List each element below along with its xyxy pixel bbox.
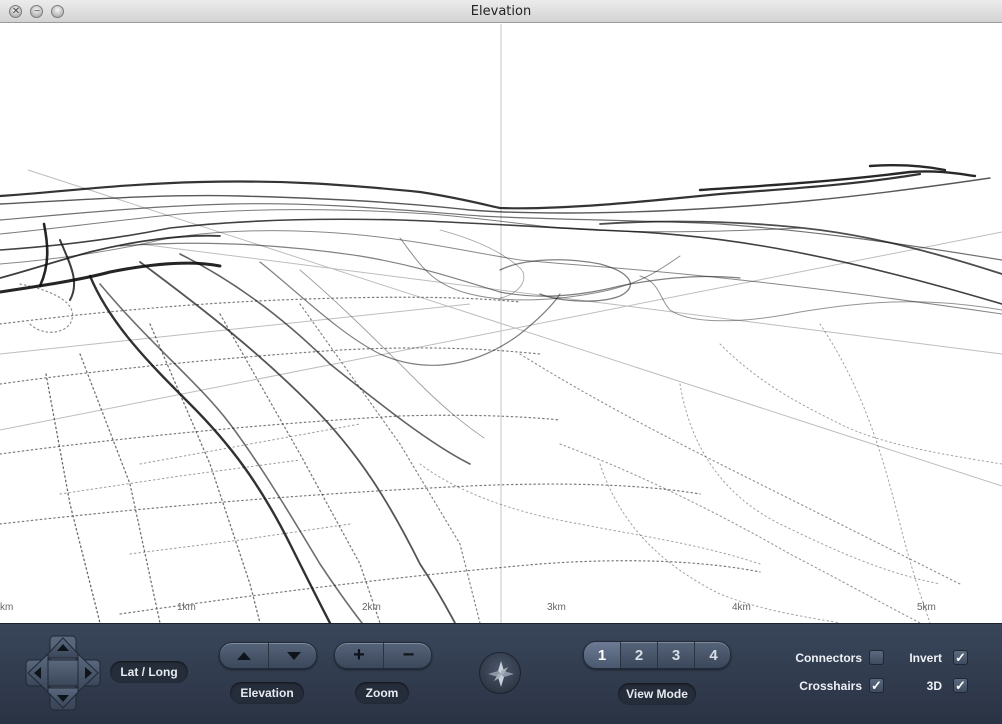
ruler-tick-label: km (0, 602, 13, 613)
ruler-tick-label: 4km (732, 602, 751, 613)
distance-ruler: km 1km 2km 3km 4km 5km (0, 602, 936, 613)
invert-label: Invert (909, 651, 942, 665)
dpad-icon (25, 635, 101, 711)
elevation-control (219, 642, 317, 669)
gps-tracks-mid (119, 229, 1002, 439)
check-icon: ✓ (955, 650, 966, 665)
ruler-tick-label: 3km (547, 602, 566, 613)
triangle-up-icon (237, 651, 251, 660)
zoom-in-button[interactable]: + (335, 643, 384, 668)
view-mode-control: 1 2 3 4 (583, 641, 731, 669)
reset-view-button[interactable] (479, 652, 521, 694)
title-bar: ✕ − Elevation (0, 0, 1002, 23)
elevation-label: Elevation (230, 682, 304, 704)
3d-label: 3D (926, 679, 942, 693)
terrain-plot: km 1km 2km 3km 4km 5km (0, 24, 1002, 623)
lat-long-dpad[interactable] (24, 634, 102, 712)
zoom-control: + − (334, 642, 432, 669)
gps-tracks-highway (0, 222, 471, 623)
check-icon: ✓ (871, 678, 882, 693)
connectors-checkbox[interactable] (869, 650, 884, 665)
lat-long-label: Lat / Long (110, 661, 188, 683)
view-mode-3-button[interactable]: 3 (658, 642, 695, 668)
view-mode-1-button[interactable]: 1 (584, 642, 621, 668)
zoom-label: Zoom (355, 682, 409, 704)
3d-checkbox[interactable]: ✓ (953, 678, 968, 693)
view-mode-label: View Mode (618, 683, 696, 705)
grid-line (0, 303, 471, 355)
ruler-tick-label: 2km (362, 602, 381, 613)
view-mode-4-button[interactable]: 4 (695, 642, 732, 668)
invert-checkbox[interactable]: ✓ (953, 650, 968, 665)
elevation-viewport[interactable]: km 1km 2km 3km 4km 5km (0, 24, 1002, 623)
elevation-up-button[interactable] (220, 643, 269, 668)
view-mode-2-button[interactable]: 2 (621, 642, 658, 668)
crosshairs-checkbox[interactable]: ✓ (869, 678, 884, 693)
check-icon: ✓ (955, 678, 966, 693)
app-window: ✕ − Elevation km 1km 2km 3km 4km 5km Lat… (0, 0, 1002, 724)
connectors-label: Connectors (795, 651, 862, 665)
ruler-tick-label: 5km (917, 602, 936, 613)
zoom-out-button[interactable]: − (384, 643, 433, 668)
window-title: Elevation (470, 4, 532, 19)
ruler-tick-label: 1km (177, 602, 196, 613)
triangle-down-icon (286, 651, 301, 660)
compass-icon (488, 661, 514, 687)
crosshairs-label: Crosshairs (799, 679, 862, 693)
elevation-down-button[interactable] (269, 643, 318, 668)
